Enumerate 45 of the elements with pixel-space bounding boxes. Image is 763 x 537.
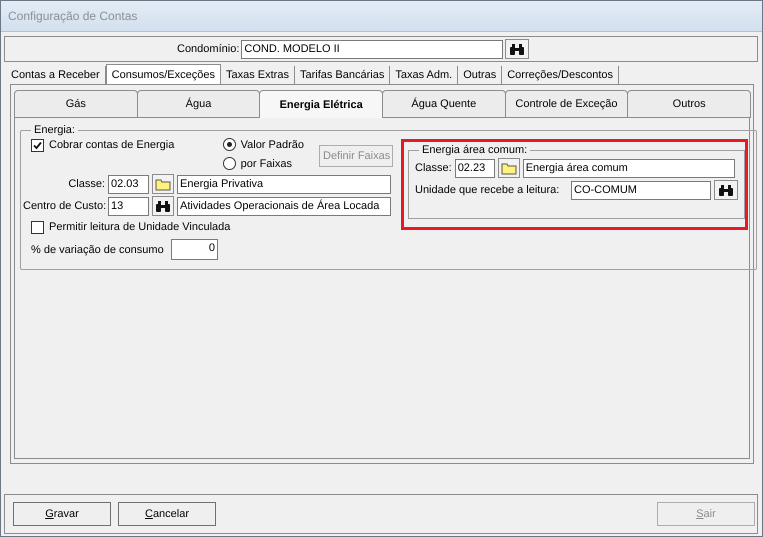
field-label: Classe: [67, 178, 105, 190]
tab[interactable]: Controle de Exceção [504, 90, 628, 118]
field-label: Classe: [415, 162, 452, 174]
folder-icon [155, 178, 171, 190]
field-label: Condomínio: [177, 43, 240, 55]
name-field[interactable]: Energia área comum [522, 158, 735, 178]
name-field[interactable]: Energia Privativa [177, 174, 391, 194]
folder-icon [500, 162, 517, 174]
tab[interactable]: Energia Elétrica [259, 90, 383, 118]
unit-field[interactable]: CO-COMUM [571, 180, 711, 200]
variation-field[interactable]: 0 [171, 239, 218, 260]
radio-label: por Faixas [240, 158, 292, 170]
group-title: Energia área comum: [421, 144, 528, 156]
field-label: % de variação de consumo [31, 244, 165, 256]
radio-button[interactable] [222, 157, 236, 170]
lookup-button[interactable] [498, 158, 520, 178]
tab[interactable]: Consumos/Exceções [106, 64, 221, 84]
checkbox[interactable] [31, 138, 44, 152]
code-field[interactable]: 13 [108, 196, 149, 216]
action-button[interactable]: Cancelar [118, 502, 216, 526]
binoculars-icon [718, 184, 734, 196]
binoculars-icon [509, 42, 526, 56]
search-button[interactable] [714, 180, 738, 200]
radio-label: Valor Padrão [240, 138, 304, 150]
name-field[interactable]: Atividades Operacionais de Área Locada [177, 196, 391, 216]
lookup-button[interactable] [152, 196, 174, 216]
condominio-field[interactable]: COND. MODELO II [241, 40, 504, 58]
lookup-button[interactable] [152, 174, 174, 194]
tab[interactable]: Água [136, 90, 260, 118]
tab[interactable]: Gás [14, 90, 138, 118]
tab[interactable]: Outros [627, 90, 751, 118]
action-button[interactable]: Gravar [13, 502, 111, 526]
code-field[interactable]: 02.03 [108, 174, 149, 194]
binoculars-icon [155, 200, 171, 212]
radio-button[interactable] [222, 138, 236, 151]
checkbox[interactable] [31, 220, 44, 234]
search-button[interactable] [505, 39, 530, 59]
group-title: Energia: [33, 124, 76, 136]
code-field[interactable]: 02.23 [454, 158, 495, 178]
window-title: Configuração de Contas [8, 9, 138, 23]
field-label: Centro de Custo: [23, 200, 105, 212]
tab[interactable]: Água Quente [382, 90, 506, 118]
checkbox-label: Cobrar contas de Energia [49, 139, 174, 151]
checkbox-label: Permitir leitura de Unidade Vinculada [49, 221, 230, 234]
field-label: Unidade que recebe a leitura: [415, 184, 560, 196]
